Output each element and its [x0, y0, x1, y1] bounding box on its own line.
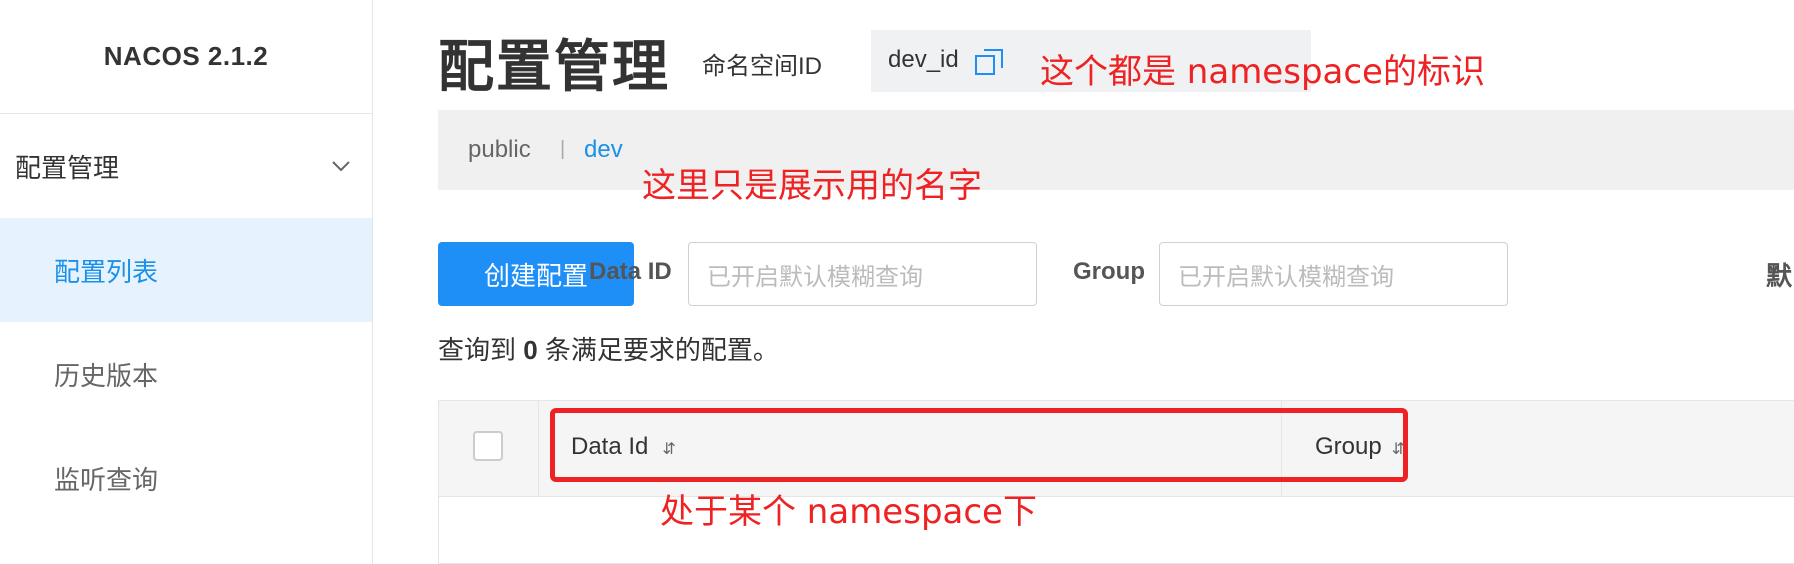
- menu-group-config-management[interactable]: 配置管理: [0, 114, 372, 218]
- brand-logo: NACOS 2.1.2: [0, 0, 372, 114]
- result-suffix: 条满足要求的配置。: [537, 335, 779, 365]
- sidebar-item-listener-query[interactable]: 监听查询: [0, 426, 372, 530]
- namespace-label: 命名空间ID: [702, 53, 822, 80]
- result-count: 0: [523, 335, 538, 365]
- group-label: Group: [1073, 258, 1145, 285]
- sidebar-item-config-list[interactable]: 配置列表: [0, 218, 372, 322]
- breadcrumb-item-dev[interactable]: dev: [584, 136, 623, 164]
- copy-icon[interactable]: [974, 46, 1006, 78]
- breadcrumb-item-public[interactable]: public: [468, 136, 531, 164]
- result-prefix: 查询到: [438, 335, 524, 365]
- annotation-display-name-note: 这里只是展示用的名字: [642, 166, 982, 206]
- group-input[interactable]: 已开启默认模糊查询: [1159, 242, 1508, 306]
- sidebar-item-label: 监听查询: [54, 464, 159, 495]
- annotation-under-namespace-note: 处于某个 namespace下: [660, 492, 1037, 532]
- select-all-checkbox[interactable]: [473, 431, 503, 461]
- sidebar: NACOS 2.1.2 配置管理 配置列表 历史版本 监听查询: [0, 0, 373, 564]
- page-title: 配置管理: [438, 35, 670, 98]
- sidebar-item-history[interactable]: 历史版本: [0, 322, 372, 426]
- namespace-id-value: dev_id: [888, 46, 959, 73]
- truncated-label: 默: [1766, 261, 1793, 291]
- data-id-input[interactable]: 已开启默认模糊查询: [688, 242, 1037, 306]
- sidebar-item-label: 历史版本: [54, 360, 159, 391]
- annotation-namespace-note: 这个都是 namespace的标识: [1040, 52, 1485, 92]
- sidebar-item-label: 配置列表: [54, 256, 159, 287]
- annotation-highlight-box: [550, 408, 1408, 482]
- breadcrumb-separator: |: [560, 138, 566, 160]
- menu-group-label: 配置管理: [15, 152, 120, 183]
- data-id-label: Data ID: [589, 258, 672, 285]
- chevron-down-icon: [332, 161, 350, 172]
- result-summary: 查询到 0 条满足要求的配置。: [438, 330, 779, 367]
- select-all-cell: [439, 401, 539, 497]
